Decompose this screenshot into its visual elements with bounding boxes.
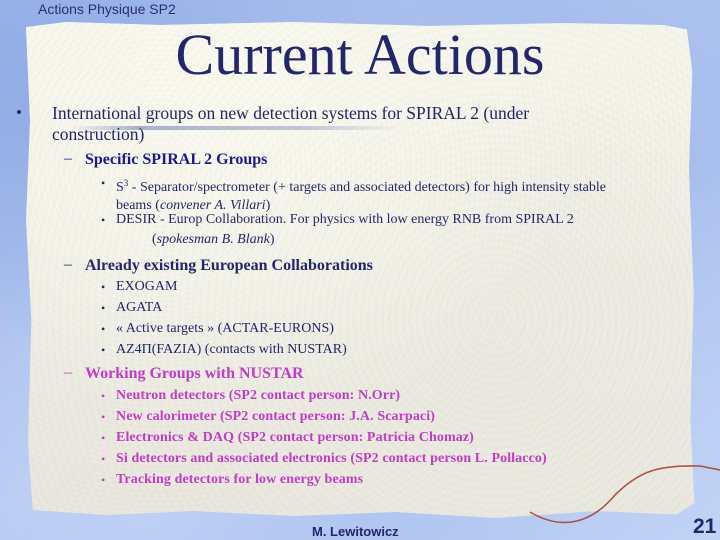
page-number: 21 — [693, 515, 717, 538]
decorative-string — [529, 465, 720, 524]
string-curve — [529, 465, 720, 524]
footer-author: M. Lewitowicz — [312, 524, 399, 539]
